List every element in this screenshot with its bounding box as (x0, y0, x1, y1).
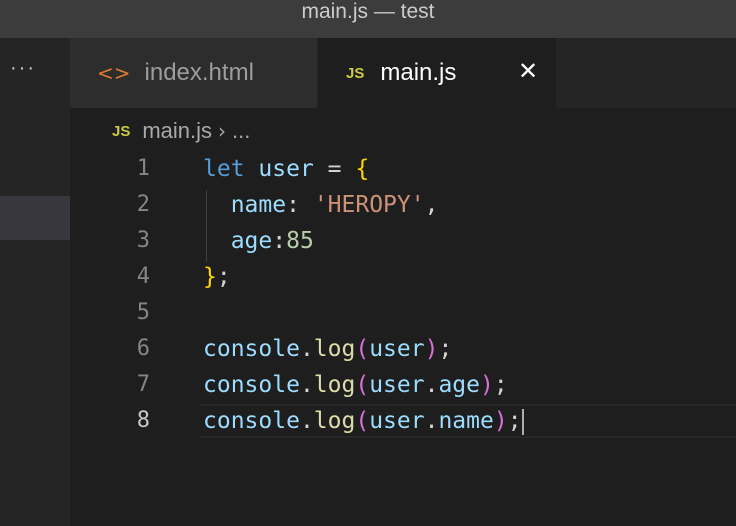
text-cursor (521, 408, 524, 435)
code-text[interactable]: age:85 (203, 228, 314, 254)
code-line[interactable]: 6 console.log(user); (70, 332, 736, 368)
window-title: main.js — test (301, 0, 435, 23)
html-file-icon: <> (97, 61, 131, 85)
tab-label: index.html (144, 59, 254, 86)
code-text[interactable]: console.log(user.age); (203, 372, 508, 398)
js-file-icon: JS (112, 122, 131, 140)
code-text[interactable]: console.log(user); (203, 336, 452, 362)
code-line[interactable]: 5 (70, 296, 736, 332)
line-number: 6 (136, 336, 150, 361)
code-text[interactable]: name: 'HEROPY', (203, 192, 439, 218)
breadcrumb-file[interactable]: main.js (142, 118, 212, 144)
tab-bar: <> index.html JS main.js ✕ (70, 38, 736, 108)
breadcrumb: JS main.js › ... (112, 116, 250, 146)
tab-label: main.js (380, 59, 457, 86)
line-number: 1 (136, 156, 150, 181)
chevron-right-icon: › (218, 119, 227, 143)
code-editor[interactable]: 1 let user = { 2 name: 'HEROPY', 3 age:8… (70, 152, 736, 526)
code-line[interactable]: 1 let user = { (70, 152, 736, 188)
code-line[interactable]: 7 console.log(user.age); (70, 368, 736, 404)
code-text[interactable]: console.log(user.name); (203, 408, 524, 435)
line-number: 4 (136, 264, 150, 289)
code-line[interactable]: 4 }; (70, 260, 736, 296)
js-file-icon: JS (346, 64, 365, 82)
tab-index-html[interactable]: <> index.html (70, 38, 317, 108)
sidebar-selected-item[interactable] (0, 196, 70, 240)
code-line[interactable]: 3 age:85 (70, 224, 736, 260)
code-text[interactable]: let user = { (203, 156, 369, 182)
code-line[interactable]: 8 console.log(user.name); (70, 404, 736, 440)
sidebar: ··· (0, 38, 70, 526)
breadcrumb-symbol[interactable]: ... (232, 118, 250, 144)
more-actions-icon[interactable]: ··· (10, 58, 36, 78)
tab-main-js[interactable]: JS main.js ✕ (318, 38, 556, 108)
code-line[interactable]: 2 name: 'HEROPY', (70, 188, 736, 224)
close-icon[interactable]: ✕ (516, 59, 540, 83)
line-number: 7 (136, 372, 150, 397)
title-bar: main.js — test (0, 0, 736, 38)
line-number: 8 (136, 408, 150, 433)
line-number: 3 (136, 228, 150, 253)
line-number: 5 (136, 300, 150, 325)
line-number: 2 (136, 192, 150, 217)
code-text[interactable]: }; (203, 264, 231, 290)
